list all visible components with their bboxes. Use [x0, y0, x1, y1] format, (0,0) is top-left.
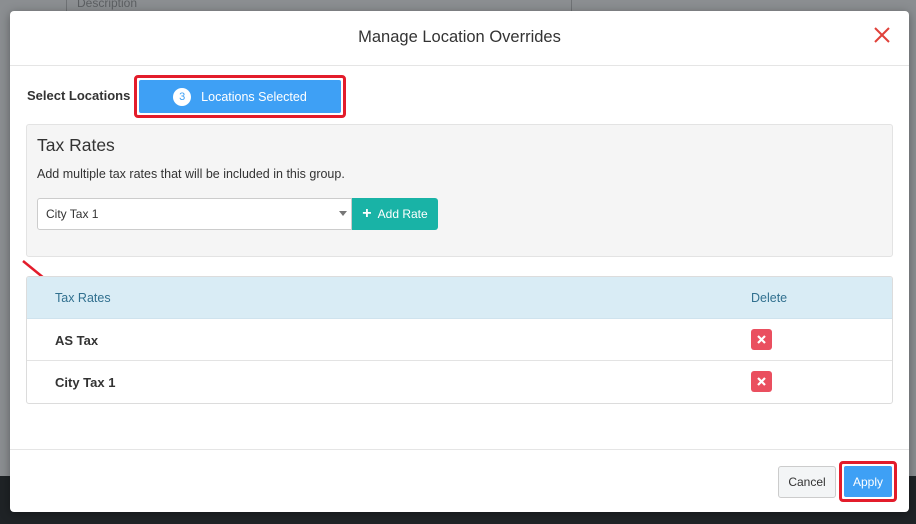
select-locations-label: Select Locations: [27, 88, 131, 103]
background-column-label: Description: [77, 0, 138, 10]
times-icon: [757, 335, 766, 344]
close-icon: [874, 27, 890, 43]
highlight-box: 3 Locations Selected: [134, 75, 346, 118]
plus-icon: +: [362, 205, 372, 222]
tax-rate-select-value: City Tax 1: [46, 207, 99, 221]
apply-button[interactable]: Apply: [844, 466, 892, 497]
highlight-box: Apply: [839, 461, 897, 502]
add-rate-label: Add Rate: [377, 207, 428, 221]
cancel-button[interactable]: Cancel: [778, 466, 836, 498]
tax-rates-table: Tax Rates Delete AS Tax City Tax 1: [26, 276, 893, 404]
table-row: City Tax 1: [27, 361, 892, 403]
tax-rates-description: Add multiple tax rates that will be incl…: [37, 167, 345, 181]
locations-selected-button[interactable]: 3 Locations Selected: [139, 80, 341, 113]
table-header-row: Tax Rates Delete: [27, 277, 892, 319]
tax-rates-panel: Tax Rates Add multiple tax rates that wi…: [26, 124, 893, 257]
add-rate-button[interactable]: + Add Rate: [352, 198, 438, 230]
tax-rate-select[interactable]: City Tax 1: [37, 198, 352, 230]
table-row: AS Tax: [27, 319, 892, 361]
tax-rates-heading: Tax Rates: [37, 135, 115, 155]
close-button[interactable]: [873, 26, 891, 44]
column-header-delete: Delete: [751, 291, 788, 305]
manage-location-overrides-modal: Manage Location Overrides Select Locatio…: [10, 11, 909, 512]
delete-button[interactable]: [751, 371, 772, 392]
delete-button[interactable]: [751, 329, 772, 350]
modal-footer: Cancel Apply: [10, 449, 909, 512]
column-header-tax-rates: Tax Rates: [55, 291, 111, 305]
chevron-down-icon: [339, 211, 347, 216]
modal-header: Manage Location Overrides: [10, 11, 909, 66]
modal-title: Manage Location Overrides: [358, 28, 561, 46]
tax-rate-name: City Tax 1: [55, 375, 116, 390]
locations-selected-label: Locations Selected: [201, 89, 307, 104]
tax-rate-name: AS Tax: [55, 333, 99, 348]
locations-count-badge: 3: [173, 87, 192, 106]
times-icon: [757, 377, 766, 386]
